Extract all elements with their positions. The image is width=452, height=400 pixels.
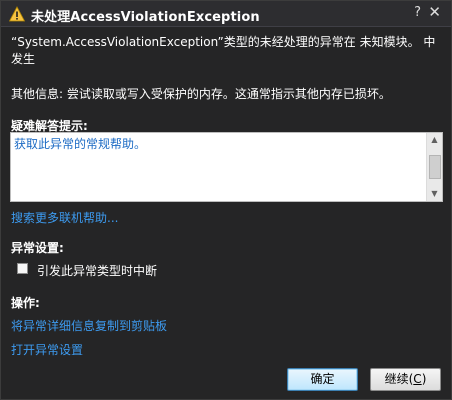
tips-scrollbar[interactable]: ▲ ▼ (426, 133, 442, 201)
troubleshooting-tips-box[interactable]: 获取此异常的常规帮助。 ▲ ▼ (10, 132, 443, 202)
exception-dialog: 未处理AccessViolationException ? ✕ “System.… (0, 0, 452, 400)
actions-label: 操作: (11, 296, 40, 310)
help-icon[interactable]: ? (414, 5, 421, 20)
close-icon[interactable]: ✕ (428, 3, 441, 21)
scroll-up-arrow-icon[interactable]: ▲ (427, 133, 442, 147)
open-exception-settings-link[interactable]: 打开异常设置 (11, 341, 83, 358)
ok-button[interactable]: 确定 (287, 368, 358, 391)
additional-info: 其他信息: 尝试读取或写入受保护的内存。这通常指示其他内存已损坏。 (11, 87, 391, 101)
general-help-link[interactable]: 获取此异常的常规帮助。 (14, 135, 146, 152)
dialog-title: 未处理AccessViolationException (31, 10, 260, 25)
scroll-thumb[interactable] (429, 155, 441, 179)
continue-label-prefix: 继续( (384, 372, 414, 386)
continue-button[interactable]: 继续(C) (370, 368, 441, 391)
break-on-exception-label[interactable]: 引发此异常类型时中断 (37, 262, 157, 279)
exception-settings-label: 异常设置: (11, 241, 64, 255)
copy-details-link[interactable]: 将异常详细信息复制到剪贴板 (11, 317, 167, 334)
warning-icon (9, 6, 25, 22)
search-online-help-link[interactable]: 搜索更多联机帮助... (11, 209, 118, 226)
break-on-exception-checkbox[interactable] (17, 263, 28, 274)
scroll-down-arrow-icon[interactable]: ▼ (427, 187, 442, 201)
exception-message: “System.AccessViolationException”类型的未经处理… (11, 35, 436, 66)
continue-label-suffix: ) (421, 372, 427, 386)
title-bar[interactable]: 未处理AccessViolationException ? ✕ (1, 1, 451, 27)
continue-access-key: C (413, 372, 422, 386)
